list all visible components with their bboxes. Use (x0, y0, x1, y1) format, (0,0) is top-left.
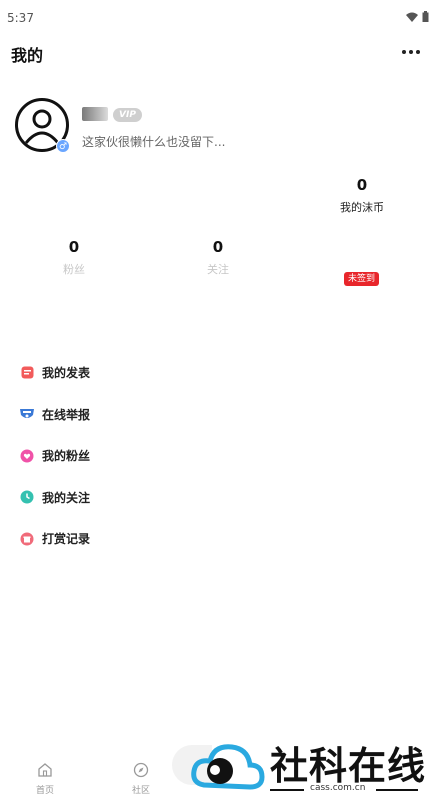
signin-badge[interactable]: 未签到 (344, 272, 380, 286)
watermark-divider (376, 789, 418, 791)
stat-fans[interactable]: 0 粉丝 (34, 238, 114, 277)
watermark-divider (270, 789, 304, 791)
stat-coins-value: 0 (356, 176, 368, 194)
more-dot (416, 50, 420, 54)
profile-bio: 这家伙很懒什么也没留下... (82, 135, 226, 149)
menu-item-label: 在线举报 (42, 407, 91, 422)
watermark-text: 社科在线 (270, 744, 427, 788)
gift-icon (19, 531, 35, 547)
status-time: 5:37 (7, 11, 34, 25)
stat-following-label: 关注 (207, 263, 229, 276)
nav-tab-community-label: 社区 (131, 786, 150, 796)
cloud-eye-logo-icon (191, 744, 265, 790)
menu-item-label: 打赏记录 (42, 532, 91, 547)
page-title: 我的 (11, 46, 44, 65)
status-icons (406, 11, 429, 22)
menu-item-my-following[interactable]: 我的关注 (19, 477, 419, 519)
menu-item-my-posts[interactable]: 我的发表 (19, 352, 419, 394)
more-dot (409, 50, 413, 54)
compass-icon (133, 762, 149, 778)
menu-item-tip-records[interactable]: 打赏记录 (19, 518, 419, 560)
status-bar: 5:37 (0, 0, 437, 36)
more-button[interactable] (399, 44, 423, 60)
gender-male-icon: ♂ (56, 139, 70, 153)
stat-coins-label: 我的沫币 (340, 201, 384, 214)
post-icon (19, 365, 35, 381)
heart-icon (19, 448, 35, 464)
profile-menu: 我的发表 在线举报 我的粉丝 我的关注 打赏记录 (19, 352, 419, 560)
stat-coins[interactable]: 0 我的沫币 (322, 176, 402, 215)
stat-fans-label: 粉丝 (63, 263, 85, 276)
stat-following-value: 0 (212, 238, 224, 256)
menu-item-label: 我的关注 (42, 490, 91, 505)
watermark-url: cass.com.cn (310, 783, 366, 793)
wifi-icon (406, 12, 418, 22)
vip-badge: VIP (113, 108, 142, 122)
nav-tab-home[interactable]: 首页 (20, 762, 70, 796)
watermark-logo: 社科在线 cass.com.cn (190, 733, 430, 803)
stat-following[interactable]: 0 关注 (178, 238, 258, 277)
more-dots-icon (402, 50, 406, 54)
menu-item-label: 我的发表 (42, 366, 91, 381)
report-icon (19, 406, 35, 422)
stat-fans-value: 0 (68, 238, 80, 256)
username-redacted[interactable] (82, 107, 108, 121)
nav-tab-community[interactable]: 社区 (116, 762, 166, 796)
menu-item-my-fans[interactable]: 我的粉丝 (19, 435, 419, 477)
clock-icon (19, 489, 35, 505)
battery-icon (422, 11, 429, 22)
home-icon (38, 763, 52, 777)
nav-tab-home-label: 首页 (35, 786, 54, 796)
menu-item-report[interactable]: 在线举报 (19, 394, 419, 436)
menu-item-label: 我的粉丝 (42, 449, 91, 464)
